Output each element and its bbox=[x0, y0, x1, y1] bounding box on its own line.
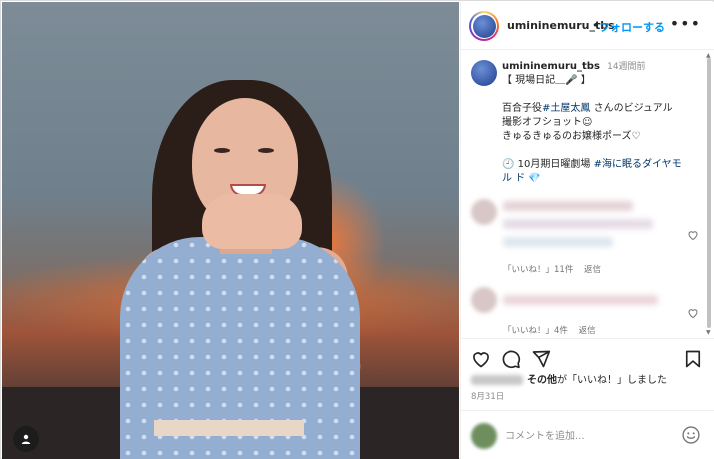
comment-like-count[interactable]: 「いいね！」4件 bbox=[503, 326, 568, 336]
blurred-comment-text bbox=[503, 201, 633, 211]
blurred-comment-text bbox=[503, 295, 658, 305]
photo-subject-belt bbox=[154, 420, 304, 436]
post-caption: umininemuru_tbs 14週間前 【 現場日記＿🎤 】 百合子役#土屋… bbox=[502, 60, 702, 186]
likes-text: が「いいね！」しました bbox=[557, 375, 667, 386]
heart-icon[interactable] bbox=[471, 349, 491, 369]
likes-summary: その他が「いいね！」しました bbox=[471, 374, 711, 388]
caption-line bbox=[502, 144, 702, 158]
blurred-liker-name[interactable] bbox=[471, 375, 523, 385]
avatar-border bbox=[471, 13, 497, 39]
caption-line: 撮影オフショット☺︎ bbox=[502, 117, 593, 128]
reply-button[interactable]: 返信 bbox=[579, 326, 596, 336]
commenter-avatar[interactable] bbox=[471, 199, 497, 225]
caption-line: 百合子役#土屋太鳳 さんのビジュアル bbox=[502, 102, 702, 116]
caption-text: さんのビジュアル bbox=[593, 103, 673, 114]
emoji-icon[interactable] bbox=[681, 425, 701, 445]
caption-line: 【 現場日記＿🎤 】 bbox=[502, 75, 591, 86]
comment-meta: 「いいね！」11件 返信 bbox=[503, 263, 609, 275]
comment-item: 「いいね！」4件 返信 bbox=[471, 287, 699, 337]
caption-line: 🕘 10月期日曜劇場 #海に眠るダイヤモ bbox=[502, 158, 702, 172]
follow-button[interactable]: フォローする bbox=[599, 19, 665, 35]
bookmark-icon[interactable] bbox=[683, 349, 703, 369]
caption-text: 10月期日曜劇場 bbox=[517, 159, 591, 170]
user-icon bbox=[21, 434, 31, 444]
photo-subject-hands bbox=[202, 194, 302, 249]
caption-username[interactable]: umininemuru_tbs bbox=[502, 61, 600, 72]
hashtag-link[interactable]: #土屋太鳳 bbox=[542, 103, 590, 114]
add-comment-bar bbox=[461, 410, 714, 459]
caption-avatar[interactable] bbox=[471, 60, 497, 86]
caption-timestamp[interactable]: 14週間前 bbox=[607, 62, 645, 72]
post-action-bar bbox=[461, 338, 714, 374]
comment-item: 「いいね！」11件 返信 bbox=[471, 199, 699, 279]
post-side-panel: umininemuru_tbs • フォローする ••• umininemuru… bbox=[460, 2, 714, 459]
scrollbar[interactable]: ▲ ▼ bbox=[706, 52, 712, 336]
caption-line: きゅるきゅるのお嬢様ポーズ♡ bbox=[502, 131, 641, 142]
photo-subject-eye bbox=[214, 148, 230, 153]
comment-like-count[interactable]: 「いいね！」11件 bbox=[503, 265, 573, 275]
hashtag-link[interactable]: #海に眠るダイヤモ bbox=[594, 159, 682, 170]
comments-scroll-area[interactable]: umininemuru_tbs 14週間前 【 現場日記＿🎤 】 百合子役#土屋… bbox=[461, 51, 714, 337]
comment-meta: 「いいね！」4件 返信 bbox=[503, 324, 604, 336]
comment-input[interactable] bbox=[505, 426, 665, 446]
caption-line: ル ド 💎 bbox=[502, 172, 702, 186]
comment-icon[interactable] bbox=[501, 349, 521, 369]
current-user-avatar bbox=[471, 423, 497, 449]
like-comment-icon[interactable] bbox=[687, 229, 699, 241]
hashtag-link-continued[interactable]: ル ド bbox=[502, 173, 525, 184]
like-comment-icon[interactable] bbox=[687, 307, 699, 319]
post-date[interactable]: 8月31日 bbox=[471, 390, 504, 402]
header-separator: • bbox=[592, 19, 599, 32]
photo-subject-eye bbox=[258, 148, 274, 153]
commenter-avatar[interactable] bbox=[471, 287, 497, 313]
scrollbar-thumb[interactable] bbox=[707, 58, 711, 328]
caption-line bbox=[502, 88, 702, 102]
more-options-icon[interactable]: ••• bbox=[670, 14, 701, 33]
tagged-user-button[interactable] bbox=[13, 426, 39, 452]
story-avatar[interactable] bbox=[469, 11, 499, 41]
blurred-comment-text bbox=[503, 219, 653, 229]
instagram-post-modal: umininemuru_tbs • フォローする ••• umininemuru… bbox=[0, 0, 714, 459]
post-photo[interactable] bbox=[2, 2, 459, 459]
likes-others-link[interactable]: その他 bbox=[527, 375, 557, 386]
post-header: umininemuru_tbs • フォローする ••• bbox=[461, 2, 714, 50]
blurred-comment-text bbox=[503, 237, 613, 247]
clock-emoji-icon: 🕘 bbox=[502, 159, 515, 170]
avatar bbox=[472, 14, 496, 38]
caption-text: 百合子役 bbox=[502, 103, 542, 114]
gem-emoji-icon: 💎 bbox=[528, 173, 541, 184]
scroll-down-arrow-icon[interactable]: ▼ bbox=[706, 329, 711, 336]
reply-button[interactable]: 返信 bbox=[584, 265, 601, 275]
share-icon[interactable] bbox=[531, 349, 551, 369]
